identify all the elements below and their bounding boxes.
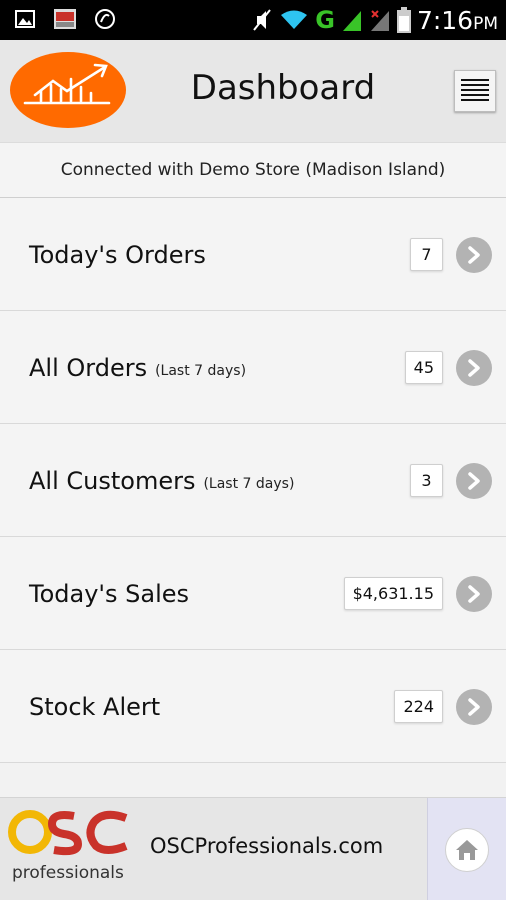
logo-word: professionals — [12, 863, 124, 883]
phone-sync-icon — [94, 8, 116, 30]
store-connection-banner: Connected with Demo Store (Madison Islan… — [0, 142, 506, 198]
stock-alert-row[interactable]: Stock Alert 224 — [0, 650, 506, 763]
osc-app-icon — [54, 8, 76, 30]
chevron-right-icon[interactable] — [456, 350, 492, 386]
todays-sales-row[interactable]: Today's Sales $4,631.15 — [0, 537, 506, 650]
dashboard-list: Today's Orders 7 All Orders (Last 7 days… — [0, 198, 506, 763]
home-button[interactable] — [445, 828, 489, 872]
chevron-right-icon[interactable] — [456, 463, 492, 499]
mute-icon — [251, 9, 273, 31]
stock-alert-count: 224 — [394, 690, 443, 723]
home-panel — [427, 798, 506, 900]
signal-x-icon — [369, 9, 391, 31]
brand-link[interactable]: OSCProfessionals.com — [150, 834, 383, 858]
row-title: Today's Orders — [29, 240, 206, 269]
wifi-icon — [279, 9, 309, 31]
status-bar: G 7:16PM — [0, 0, 506, 40]
all-customers-count: 3 — [410, 464, 443, 497]
all-customers-row[interactable]: All Customers (Last 7 days) 3 — [0, 424, 506, 537]
footer: professionals OSCProfessionals.com — [0, 797, 506, 900]
row-title: Today's Sales — [29, 579, 190, 608]
menu-button[interactable] — [454, 70, 496, 112]
chart-logo-icon[interactable] — [9, 51, 127, 129]
row-subtitle: (Last 7 days) — [203, 475, 295, 492]
chevron-right-icon[interactable] — [456, 576, 492, 612]
gallery-icon — [14, 8, 36, 30]
osc-professionals-logo[interactable]: professionals — [8, 806, 130, 886]
row-title: All Customers — [29, 466, 196, 495]
row-title: All Orders — [29, 353, 148, 382]
home-icon — [456, 840, 478, 860]
todays-orders-row[interactable]: Today's Orders 7 — [0, 198, 506, 311]
network-type: G — [315, 6, 335, 34]
all-orders-count: 45 — [404, 351, 443, 384]
page-title: Dashboard — [190, 68, 376, 108]
menu-icon — [461, 79, 489, 101]
battery-icon — [396, 7, 411, 33]
all-orders-row[interactable]: All Orders (Last 7 days) 45 — [0, 311, 506, 424]
chevron-right-icon[interactable] — [456, 689, 492, 725]
app-header: Dashboard — [0, 40, 506, 142]
todays-sales-amount: $4,631.15 — [343, 577, 443, 610]
signal-icon — [341, 9, 363, 31]
todays-orders-count: 7 — [410, 238, 443, 271]
row-title: Stock Alert — [29, 692, 161, 721]
row-subtitle: (Last 7 days) — [155, 362, 247, 379]
chevron-right-icon[interactable] — [456, 237, 492, 273]
clock: 7:16PM — [416, 5, 498, 35]
